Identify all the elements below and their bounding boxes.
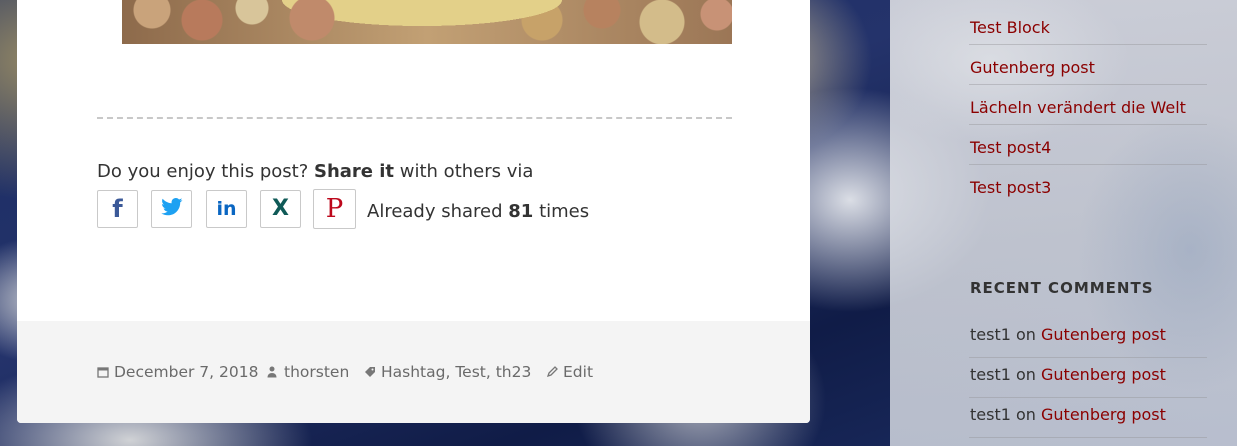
linkedin-icon: in [216,197,237,220]
posted-on: December 7, 2018 [97,363,258,381]
edit-link[interactable]: Edit [563,363,593,381]
list-item: Test post4 [969,125,1207,165]
share-prompt-post: with others via [394,161,534,182]
comment-post-link[interactable]: Gutenberg post [1041,325,1166,344]
list-item: test1 on Gutenberg post [969,358,1207,398]
list-item: Test Block [969,5,1207,45]
tags-links: Hashtag, Test, th23 [364,363,531,381]
list-item: Gutenberg post [969,45,1207,85]
recent-post-link[interactable]: Test post4 [970,138,1051,157]
recent-post-link[interactable]: Lächeln verändert die Welt [970,98,1186,117]
list-item: Lächeln verändert die Welt [969,85,1207,125]
comment-post-link[interactable]: Gutenberg post [1041,405,1166,424]
recent-post-link[interactable]: Test post3 [970,178,1051,197]
twitter-icon [160,198,183,220]
person-icon [267,366,281,378]
post-image-coins [122,0,732,44]
recent-post-link[interactable]: Test Block [970,18,1050,37]
share-count-text: Already shared 81 times [367,201,589,222]
recent-post-link[interactable]: Gutenberg post [970,58,1095,77]
calendar-icon [97,366,111,378]
x-icon: X [272,196,289,221]
comment-on: on [1010,325,1042,344]
tag-icon [364,366,378,378]
linkedin-share-button[interactable]: in [206,190,247,228]
pinterest-icon: P [325,194,344,224]
share-prompt-pre: Do you enjoy this post? [97,161,314,182]
list-item: Test post3 [969,165,1207,205]
share-prompt: Do you enjoy this post? Share it with ot… [97,161,533,182]
comment-author: test1 [970,325,1011,344]
facebook-icon: f [112,195,123,223]
author-link[interactable]: thorsten [284,363,349,381]
comment-post-link[interactable]: Gutenberg post [1041,365,1166,384]
facebook-share-button[interactable]: f [97,190,138,228]
share-count-post: times [533,201,590,222]
share-count-number: 81 [508,201,534,222]
post-card: Do you enjoy this post? Share it with ot… [17,0,810,423]
entry-footer: December 7, 2018 thorsten Hashtag, Test,… [17,321,810,423]
edit-link-wrap: Edit [546,363,593,381]
comment-on: on [1010,365,1042,384]
list-item: test1 on Gutenberg post [969,398,1207,438]
pinterest-share-button[interactable]: P [313,189,356,229]
x-share-button[interactable]: X [260,190,301,228]
comment-author: test1 [970,405,1011,424]
share-prompt-bold: Share it [313,161,395,182]
comment-author: test1 [970,365,1011,384]
twitter-share-button[interactable] [151,190,192,228]
tags-link[interactable]: Hashtag, Test, th23 [381,363,531,381]
post-date-link[interactable]: December 7, 2018 [114,363,258,381]
pencil-icon [546,366,560,378]
share-count-pre: Already shared [367,201,509,222]
recent-comments-title: RECENT COMMENTS [970,279,1154,297]
byline: thorsten [267,363,349,381]
list-item: test1 on Gutenberg post [969,318,1207,358]
comment-on: on [1010,405,1042,424]
dashed-divider [97,117,732,119]
